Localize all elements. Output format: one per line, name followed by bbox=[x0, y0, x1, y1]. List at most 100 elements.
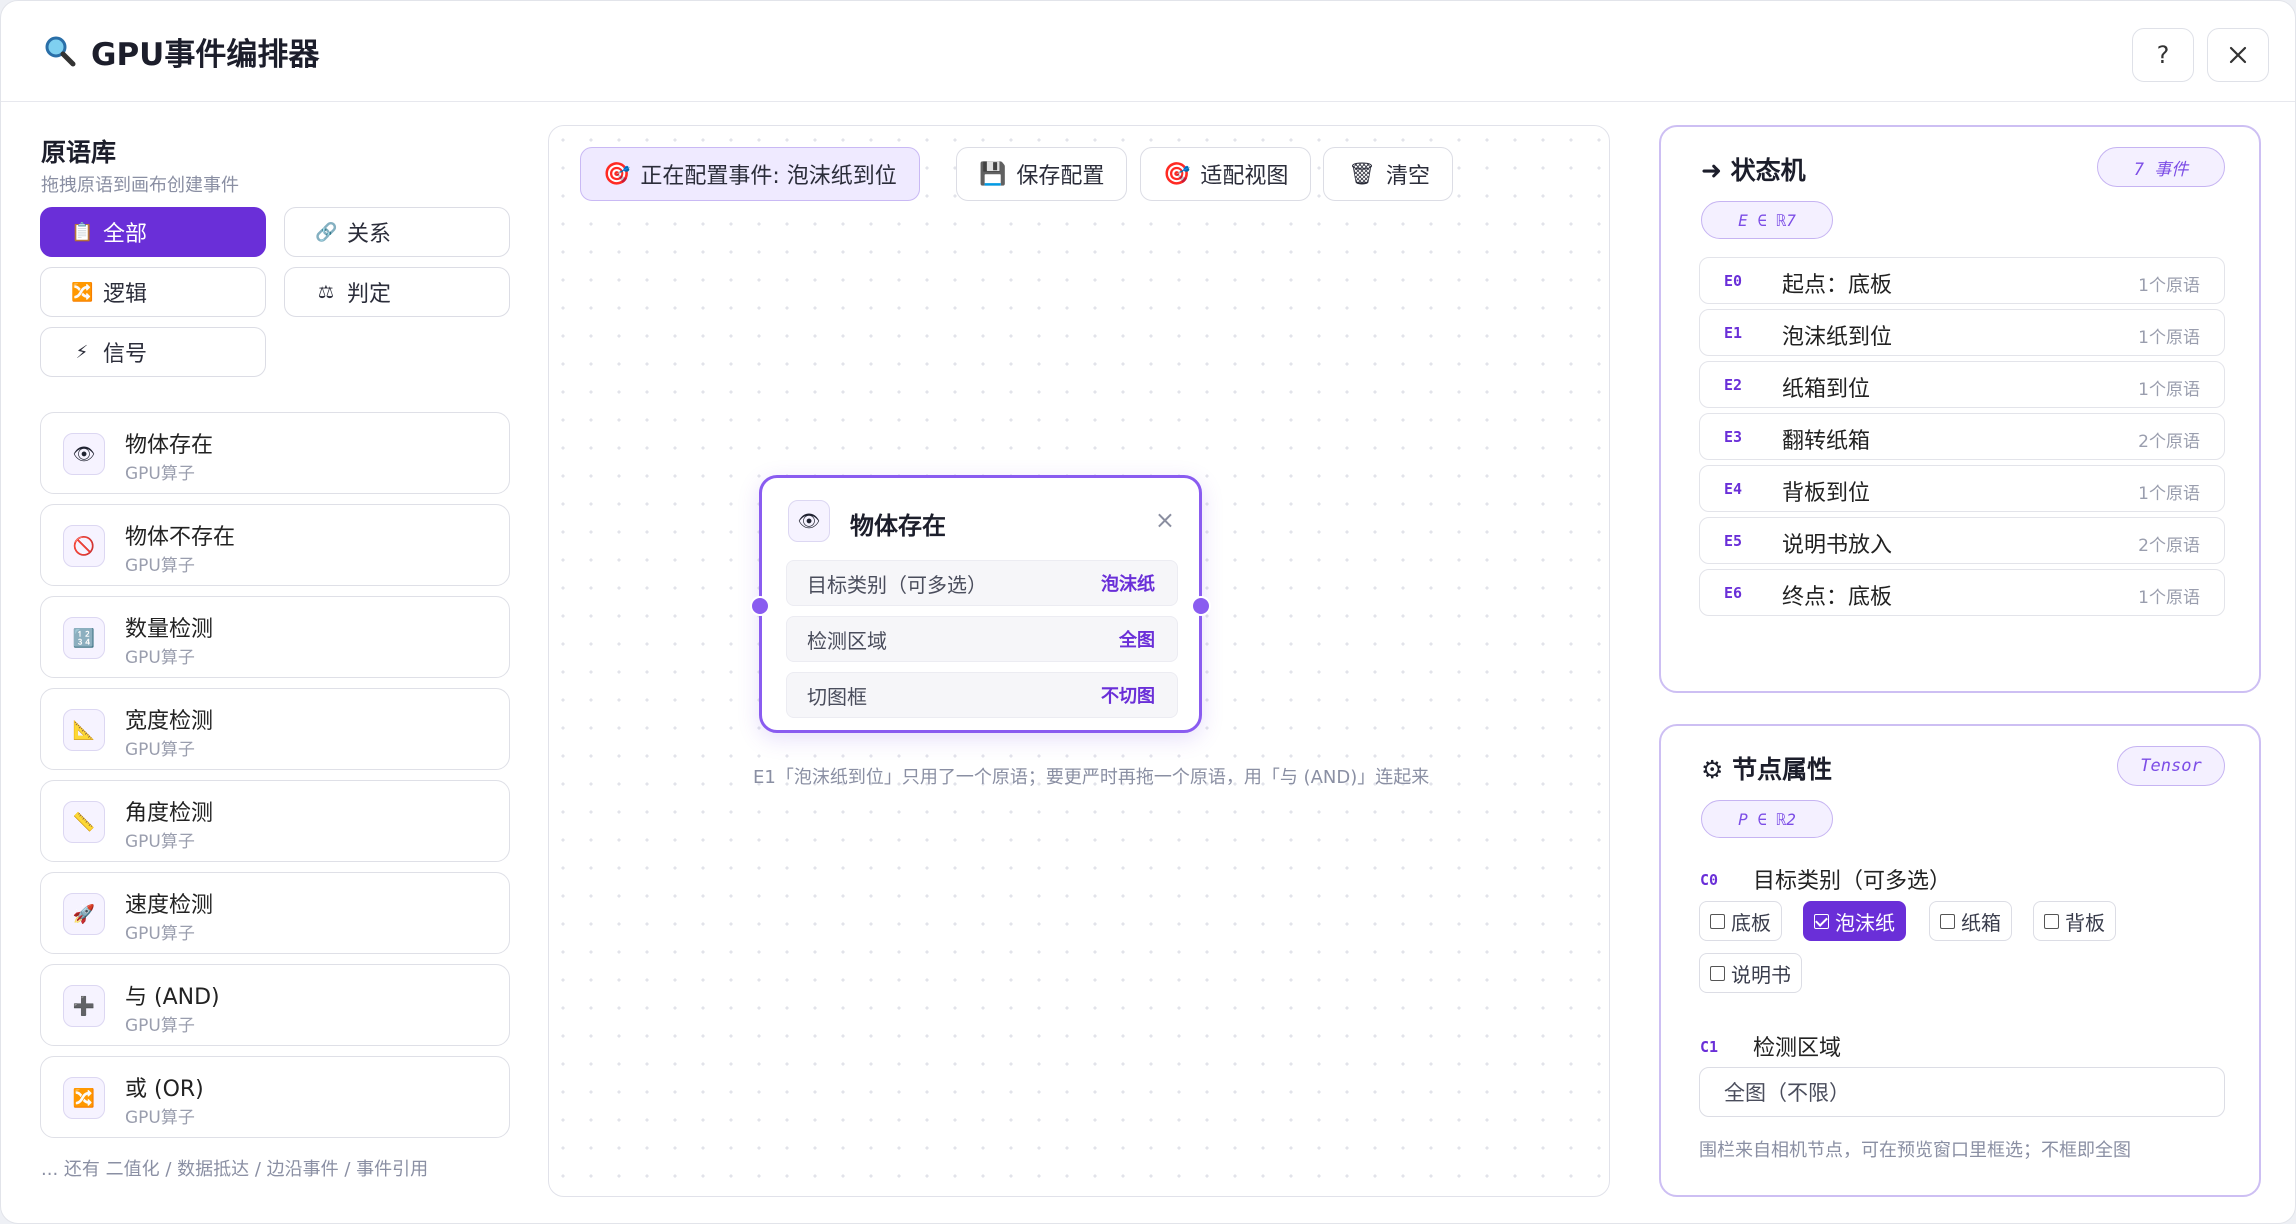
library-subtitle: 拖拽原语到画布创建事件 bbox=[41, 175, 239, 196]
event-count: 1个原语 bbox=[2138, 588, 2200, 608]
trash-icon: 🗑 bbox=[1348, 161, 1376, 187]
event-name: 终点：底板 bbox=[1782, 585, 1893, 610]
filter-label: 判定 bbox=[347, 282, 392, 307]
primitive-type: GPU算子 bbox=[125, 832, 195, 852]
event-count: 2个原语 bbox=[2138, 536, 2200, 556]
event-count: 1个原语 bbox=[2138, 380, 2200, 400]
event-item-e3[interactable]: E3 翻转纸箱 2个原语 bbox=[1699, 413, 2225, 460]
primitive-object-absent[interactable]: 🚫 物体不存在 GPU算子 bbox=[40, 504, 510, 586]
state-machine-title: ➜ 状态机 bbox=[1701, 156, 1806, 185]
plus-icon: ➕ bbox=[63, 985, 105, 1027]
option-foam[interactable]: 泡沫纸 bbox=[1803, 901, 1906, 941]
configuring-event-button[interactable]: 🎯 正在配置事件: 泡沫纸到位 bbox=[580, 147, 920, 201]
link-icon: 🔗 bbox=[315, 221, 338, 243]
save-button[interactable]: 💾 保存配置 bbox=[956, 147, 1128, 201]
event-node[interactable]: 👁 物体存在 × 目标类别（可多选） 泡沫纸 检测区域 全图 切图框 不切图 bbox=[750, 475, 1211, 733]
node-close-button[interactable]: × bbox=[1155, 506, 1175, 534]
option-carton[interactable]: 纸箱 bbox=[1929, 901, 2012, 941]
event-item-e1[interactable]: E1 泡沫纸到位 1个原语 bbox=[1699, 309, 2225, 356]
event-name: 说明书放入 bbox=[1782, 533, 1893, 558]
option-baseboard[interactable]: 底板 bbox=[1699, 901, 1782, 941]
event-item-e5[interactable]: E5 说明书放入 2个原语 bbox=[1699, 517, 2225, 564]
primitive-name: 物体存在 bbox=[125, 433, 214, 458]
rocket-icon: 🚀 bbox=[63, 893, 105, 935]
event-id: E0 bbox=[1724, 272, 1743, 290]
close-button[interactable] bbox=[2207, 28, 2269, 82]
primitive-name: 数量检测 bbox=[125, 617, 214, 642]
primitive-angle[interactable]: 📏 角度检测 GPU算子 bbox=[40, 780, 510, 862]
primitive-and[interactable]: ➕ 与 (AND) GPU算子 bbox=[40, 964, 510, 1046]
option-label: 说明书 bbox=[1731, 962, 1791, 987]
primitive-type: GPU算子 bbox=[125, 464, 195, 484]
save-label: 保存配置 bbox=[1016, 164, 1105, 189]
event-id: E6 bbox=[1724, 584, 1743, 602]
primitive-name: 物体不存在 bbox=[125, 525, 236, 550]
event-item-e0[interactable]: E0 起点：底板 1个原语 bbox=[1699, 257, 2225, 304]
option-backboard[interactable]: 背板 bbox=[2033, 901, 2116, 941]
app-title-text: GPU事件编排器 bbox=[91, 36, 320, 73]
filter-signal[interactable]: ⚡ 信号 bbox=[40, 327, 266, 377]
filter-label: 逻辑 bbox=[103, 282, 148, 307]
option-manual[interactable]: 说明书 bbox=[1699, 953, 1802, 993]
filter-logic[interactable]: 🔀 逻辑 bbox=[40, 267, 266, 317]
properties-title: ⚙ 节点属性 bbox=[1701, 755, 1833, 784]
clear-button[interactable]: 🗑 清空 bbox=[1323, 147, 1453, 201]
filter-all[interactable]: 📋 全部 bbox=[40, 207, 266, 257]
event-item-e6[interactable]: E6 终点：底板 1个原语 bbox=[1699, 569, 2225, 616]
triangle-ruler-icon: 📐 bbox=[63, 709, 105, 751]
event-name: 起点：底板 bbox=[1782, 273, 1893, 298]
input-port[interactable] bbox=[750, 596, 770, 616]
library-footer: ... 还有 二值化 / 数据抵达 / 边沿事件 / 事件引用 bbox=[41, 1159, 429, 1180]
filter-label: 关系 bbox=[347, 222, 392, 247]
primitive-name: 宽度检测 bbox=[125, 709, 214, 734]
filter-relation[interactable]: 🔗 关系 bbox=[284, 207, 510, 257]
checkbox-icon bbox=[2044, 913, 2059, 929]
target-icon: 🎯 bbox=[1163, 161, 1191, 187]
property-id-c0: C0 bbox=[1700, 871, 1719, 889]
fit-view-button[interactable]: 🎯 适配视图 bbox=[1140, 147, 1312, 201]
primitive-object-exists[interactable]: 👁 物体存在 GPU算子 bbox=[40, 412, 510, 494]
primitive-type: GPU算子 bbox=[125, 924, 195, 944]
node-row-crop[interactable]: 切图框 不切图 bbox=[786, 672, 1178, 718]
eye-icon: 👁 bbox=[63, 433, 105, 475]
event-name: 翻转纸箱 bbox=[1782, 429, 1871, 454]
filter-judge[interactable]: ⚖ 判定 bbox=[284, 267, 510, 317]
event-name: 纸箱到位 bbox=[1782, 377, 1871, 402]
option-label: 底板 bbox=[1731, 910, 1771, 935]
node-row-target[interactable]: 目标类别（可多选） 泡沫纸 bbox=[786, 560, 1178, 606]
region-field[interactable]: 全图（不限） bbox=[1699, 1067, 2225, 1117]
checkbox-icon bbox=[1710, 913, 1725, 929]
library-title: 原语库 bbox=[41, 138, 117, 167]
event-count: 2个原语 bbox=[2138, 432, 2200, 452]
node-row-key: 目标类别（可多选） bbox=[807, 572, 987, 597]
primitive-or[interactable]: 🔀 或 (OR) GPU算子 bbox=[40, 1056, 510, 1138]
node-row-value: 泡沫纸 bbox=[1101, 574, 1155, 595]
property-label-region: 检测区域 bbox=[1753, 1036, 1842, 1061]
app-window: GPU事件编排器 ? 原语库 拖拽原语到画布创建事件 📋 全部 🔗 关系 🔀 逻… bbox=[0, 0, 2296, 1224]
node-row-key: 切图框 bbox=[807, 684, 867, 709]
primitive-type: GPU算子 bbox=[125, 648, 195, 668]
primitive-name: 与 (AND) bbox=[125, 985, 220, 1010]
primitive-width[interactable]: 📐 宽度检测 GPU算子 bbox=[40, 688, 510, 770]
canvas-hint: E1「泡沫纸到位」只用了一个原语；要更严时再拖一个原语，用「与 (AND)」连起… bbox=[753, 767, 1430, 788]
checkbox-icon bbox=[1710, 965, 1725, 981]
event-item-e2[interactable]: E2 纸箱到位 1个原语 bbox=[1699, 361, 2225, 408]
primitive-speed[interactable]: 🚀 速度检测 GPU算子 bbox=[40, 872, 510, 954]
primitive-count[interactable]: 🔢 数量检测 GPU算子 bbox=[40, 596, 510, 678]
event-id: E3 bbox=[1724, 428, 1743, 446]
node-row-region[interactable]: 检测区域 全图 bbox=[786, 616, 1178, 662]
option-label: 纸箱 bbox=[1961, 910, 2001, 935]
help-button[interactable]: ? bbox=[2132, 28, 2194, 82]
filter-label: 全部 bbox=[103, 222, 148, 247]
event-count-badge: 7 事件 bbox=[2097, 147, 2225, 187]
app-title: GPU事件编排器 bbox=[43, 31, 320, 73]
state-formula: E ∈ ℝ7 bbox=[1701, 201, 1833, 239]
primitive-name: 或 (OR) bbox=[125, 1077, 204, 1102]
event-count: 1个原语 bbox=[2138, 328, 2200, 348]
event-count: 1个原语 bbox=[2138, 276, 2200, 296]
floppy-icon: 💾 bbox=[979, 161, 1007, 187]
numbers-icon: 🔢 bbox=[63, 617, 105, 659]
output-port[interactable] bbox=[1191, 596, 1211, 616]
option-label: 背板 bbox=[2065, 910, 2105, 935]
event-item-e4[interactable]: E4 背板到位 1个原语 bbox=[1699, 465, 2225, 512]
